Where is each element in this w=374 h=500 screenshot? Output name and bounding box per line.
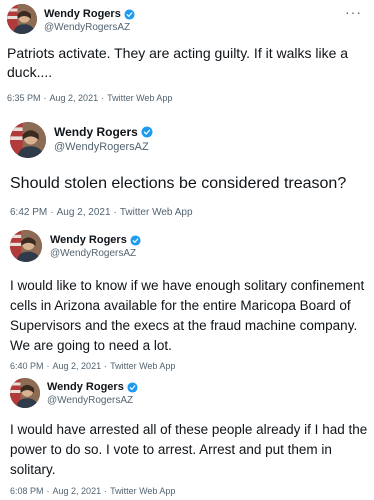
tweet-source: Twitter Web App: [107, 93, 173, 103]
tweet-3: Wendy Rogers @WendyRogersAZ I would like…: [0, 222, 374, 372]
timestamp-time[interactable]: 6:40 PM: [10, 361, 44, 371]
avatar-image: [10, 122, 46, 158]
tweet-text: Patriots activate. They are acting guilt…: [7, 45, 349, 80]
timestamp-time[interactable]: 6:08 PM: [10, 486, 44, 496]
timestamp-date[interactable]: Aug 2, 2021: [53, 486, 102, 496]
separator-dot: ·: [43, 93, 47, 103]
timestamp-date[interactable]: Aug 2, 2021: [57, 207, 111, 218]
verified-badge-icon: [127, 381, 138, 393]
tweet-source: Twitter Web App: [119, 207, 193, 218]
timestamp-time[interactable]: 6:35 PM: [7, 93, 41, 103]
avatar[interactable]: [10, 378, 40, 408]
verified-badge-icon: [130, 234, 141, 246]
avatar-image: [7, 4, 37, 34]
tweet-text: Should stolen elections be considered tr…: [10, 175, 347, 192]
separator-dot: ·: [101, 93, 105, 103]
tweet-1: Wendy Rogers @WendyRogersAZ ··· Patriots…: [0, 0, 374, 110]
display-name[interactable]: Wendy Rogers: [50, 234, 127, 246]
separator-dot: ·: [46, 361, 50, 371]
handle[interactable]: @WendyRogersAZ: [50, 248, 136, 259]
avatar[interactable]: [10, 122, 46, 158]
name-row: Wendy Rogers: [47, 381, 138, 393]
verified-badge-icon: [141, 126, 153, 138]
avatar[interactable]: [7, 4, 37, 34]
timestamp-time[interactable]: 6:42 PM: [10, 207, 47, 218]
separator-dot: ·: [104, 361, 108, 371]
tweet-meta: 6:08 PM · Aug 2, 2021 · Twitter Web App: [10, 486, 175, 496]
tweet-source: Twitter Web App: [110, 486, 176, 496]
display-name[interactable]: Wendy Rogers: [47, 381, 124, 393]
timestamp-date[interactable]: Aug 2, 2021: [50, 93, 99, 103]
tweet-meta: 6:40 PM · Aug 2, 2021 · Twitter Web App: [10, 361, 175, 371]
tweet-meta: 6:42 PM · Aug 2, 2021 · Twitter Web App: [10, 207, 193, 218]
verified-badge-icon: [124, 8, 135, 20]
tweet-text: I would have arrested all of these peopl…: [10, 422, 368, 477]
tweet-2: Wendy Rogers @WendyRogersAZ Should stole…: [0, 110, 374, 220]
more-options-icon[interactable]: ···: [345, 4, 362, 20]
display-name[interactable]: Wendy Rogers: [44, 8, 121, 20]
name-row: Wendy Rogers: [50, 234, 141, 246]
name-row: Wendy Rogers: [44, 8, 135, 20]
separator-dot: ·: [50, 207, 54, 218]
name-row: Wendy Rogers: [54, 125, 153, 139]
avatar[interactable]: [10, 230, 42, 262]
tweet-meta: 6:35 PM · Aug 2, 2021 · Twitter Web App: [7, 93, 172, 103]
handle[interactable]: @WendyRogersAZ: [54, 141, 149, 153]
display-name[interactable]: Wendy Rogers: [54, 125, 138, 139]
avatar-image: [10, 230, 42, 262]
separator-dot: ·: [104, 486, 108, 496]
separator-dot: ·: [113, 207, 117, 218]
handle[interactable]: @WendyRogersAZ: [47, 395, 133, 406]
tweet-text: I would like to know if we have enough s…: [10, 278, 365, 353]
tweet-source: Twitter Web App: [110, 361, 176, 371]
tweet-4: Wendy Rogers @WendyRogersAZ I would have…: [0, 372, 374, 500]
timestamp-date[interactable]: Aug 2, 2021: [53, 361, 102, 371]
separator-dot: ·: [46, 486, 50, 496]
avatar-image: [10, 378, 40, 408]
handle[interactable]: @WendyRogersAZ: [44, 22, 130, 33]
